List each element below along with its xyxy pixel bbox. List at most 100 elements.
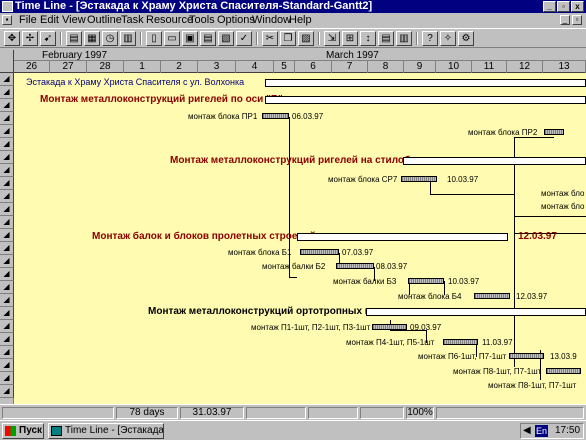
task-label[interactable]: монтаж бло xyxy=(541,189,584,199)
row-marker[interactable]: ◢ xyxy=(0,86,14,99)
row-marker[interactable]: ◢ xyxy=(0,216,14,229)
task-bar[interactable] xyxy=(262,113,289,119)
group-label[interactable]: Монтаж балок и блоков пролетных строений xyxy=(92,231,316,243)
menu-tools[interactable]: Tools xyxy=(189,13,215,27)
paste-icon[interactable]: ▨ xyxy=(298,31,314,46)
task-bar[interactable] xyxy=(443,339,478,345)
settings-icon[interactable]: ⚙ xyxy=(458,31,474,46)
menu-file[interactable]: File xyxy=(19,13,37,27)
row-marker[interactable]: ◢ xyxy=(0,125,14,138)
row-marker[interactable]: ◢ xyxy=(0,164,14,177)
sort-icon[interactable]: ↕ xyxy=(360,31,376,46)
outline-icon[interactable]: ▤ xyxy=(378,31,394,46)
filter-icon[interactable]: ⊞ xyxy=(342,31,358,46)
help-pointer-icon[interactable]: ? xyxy=(422,31,438,46)
task-bar[interactable] xyxy=(336,263,374,269)
start-button[interactable]: Пуск xyxy=(2,423,44,439)
row-marker[interactable]: ◢ xyxy=(0,242,14,255)
row-marker[interactable]: ◢ xyxy=(0,320,14,333)
move-icon[interactable]: ✥ xyxy=(4,31,20,46)
task-label[interactable]: монтаж блока Б1 xyxy=(228,248,291,258)
row-marker[interactable]: ◢ xyxy=(0,268,14,281)
group-summary-bar[interactable] xyxy=(366,308,586,316)
row-marker[interactable]: ◢ xyxy=(0,359,14,372)
menu-outline[interactable]: Outline xyxy=(87,13,122,27)
menu-options[interactable]: Options xyxy=(217,13,255,27)
task-label[interactable]: монтаж П6-1шт, П7-1шт xyxy=(418,352,506,362)
print-preview-icon[interactable]: ▧ xyxy=(218,31,234,46)
project-summary-bar[interactable] xyxy=(265,79,586,87)
task-label[interactable]: монтаж балки Б2 xyxy=(262,262,325,272)
wizard-icon[interactable]: ✧ xyxy=(440,31,456,46)
row-marker[interactable]: ◢ xyxy=(0,73,14,86)
row-marker[interactable]: ◢ xyxy=(0,177,14,190)
task-bar[interactable] xyxy=(509,353,544,359)
task-bar[interactable] xyxy=(408,278,444,284)
group-label[interactable]: Монтаж металлоконструкций ригелей на сти… xyxy=(170,155,426,167)
task-label[interactable]: монтаж блока ПР2 xyxy=(468,128,537,138)
row-marker[interactable]: ◢ xyxy=(0,99,14,112)
task-bar[interactable] xyxy=(401,176,437,182)
row-marker[interactable]: ◢ xyxy=(0,112,14,125)
link-icon[interactable]: ✢ xyxy=(22,31,38,46)
task-label[interactable]: монтаж бло xyxy=(541,202,584,212)
pointer-icon[interactable]: ➹ xyxy=(40,31,56,46)
spell-icon[interactable]: ✓ xyxy=(236,31,252,46)
task-label[interactable]: монтаж балки Б3 xyxy=(333,277,396,287)
menu-resource[interactable]: Resource xyxy=(146,13,193,27)
row-marker[interactable]: ◢ xyxy=(0,229,14,242)
task-label[interactable]: монтаж П8-1шт, П7-1шт xyxy=(453,367,541,377)
menu-view[interactable]: View xyxy=(62,13,86,27)
project-summary-label[interactable]: Эстакада к Храму Христа Спасителя с ул. … xyxy=(26,77,244,87)
task-bar[interactable] xyxy=(300,249,339,255)
speaker-icon[interactable]: ◀ xyxy=(523,424,531,438)
task-label[interactable]: монтаж П1-1шт, П2-1шт, П3-1шт xyxy=(251,323,370,333)
table-icon[interactable]: ▥ xyxy=(120,31,136,46)
menu-help[interactable]: Help xyxy=(289,13,312,27)
group-label[interactable]: Монтаж металлоконструкций ригелей по оси… xyxy=(40,94,283,106)
task-bar[interactable] xyxy=(372,324,407,330)
maximize-button[interactable]: ▫ xyxy=(557,1,570,12)
document-menu-icon[interactable]: ▪ xyxy=(2,15,12,25)
row-marker[interactable]: ◢ xyxy=(0,294,14,307)
group-summary-bar[interactable] xyxy=(403,157,586,165)
task-bar[interactable] xyxy=(474,293,510,299)
task-bar[interactable] xyxy=(546,368,581,374)
zoom-icon[interactable]: ⇲ xyxy=(324,31,340,46)
task-label[interactable]: монтаж блока ПР1 xyxy=(188,112,257,122)
task-bar[interactable] xyxy=(544,129,564,135)
row-marker[interactable]: ◢ xyxy=(0,151,14,164)
calendar-icon[interactable]: ▦ xyxy=(84,31,100,46)
menu-task[interactable]: Task xyxy=(121,13,144,27)
task-label[interactable]: монтаж П4-1шт, П5-1шт xyxy=(346,338,434,348)
save-icon[interactable]: ▣ xyxy=(182,31,198,46)
row-marker[interactable]: ◢ xyxy=(0,385,14,398)
new-file-icon[interactable]: ▯ xyxy=(146,31,162,46)
clock-icon[interactable]: ◷ xyxy=(102,31,118,46)
task-list-icon[interactable]: ▤ xyxy=(66,31,82,46)
task-label[interactable]: монтаж П8-1шт, П7-1шт xyxy=(488,381,576,391)
document-minimize-button[interactable]: _ xyxy=(560,15,570,25)
open-folder-icon[interactable]: ▭ xyxy=(164,31,180,46)
row-marker[interactable]: ◢ xyxy=(0,203,14,216)
app-icon[interactable] xyxy=(2,1,13,12)
task-label[interactable]: монтаж блока СР7 xyxy=(328,175,397,185)
group-summary-bar[interactable] xyxy=(297,233,508,241)
menu-window[interactable]: Window xyxy=(252,13,291,27)
menu-edit[interactable]: Edit xyxy=(40,13,59,27)
row-marker[interactable]: ◢ xyxy=(0,138,14,151)
document-restore-button[interactable]: ▫ xyxy=(572,15,582,25)
row-marker[interactable]: ◢ xyxy=(0,346,14,359)
gantt-chart[interactable]: February 1997 March 1997 26 27 28 1 2 3 … xyxy=(0,50,586,404)
row-marker[interactable]: ◢ xyxy=(0,333,14,346)
print-icon[interactable]: ▤ xyxy=(200,31,216,46)
cut-icon[interactable]: ✂ xyxy=(262,31,278,46)
row-marker[interactable]: ◢ xyxy=(0,372,14,385)
language-indicator[interactable]: En xyxy=(535,425,549,437)
task-label[interactable]: монтаж блока Б4 xyxy=(398,292,461,302)
close-button[interactable]: x xyxy=(571,1,584,12)
columns-icon[interactable]: ▥ xyxy=(396,31,412,46)
minimize-button[interactable]: _ xyxy=(543,1,556,12)
row-marker[interactable]: ◢ xyxy=(0,190,14,203)
title-bar[interactable]: Time Line - [Эстакада к Храму Христа Спа… xyxy=(0,0,586,13)
